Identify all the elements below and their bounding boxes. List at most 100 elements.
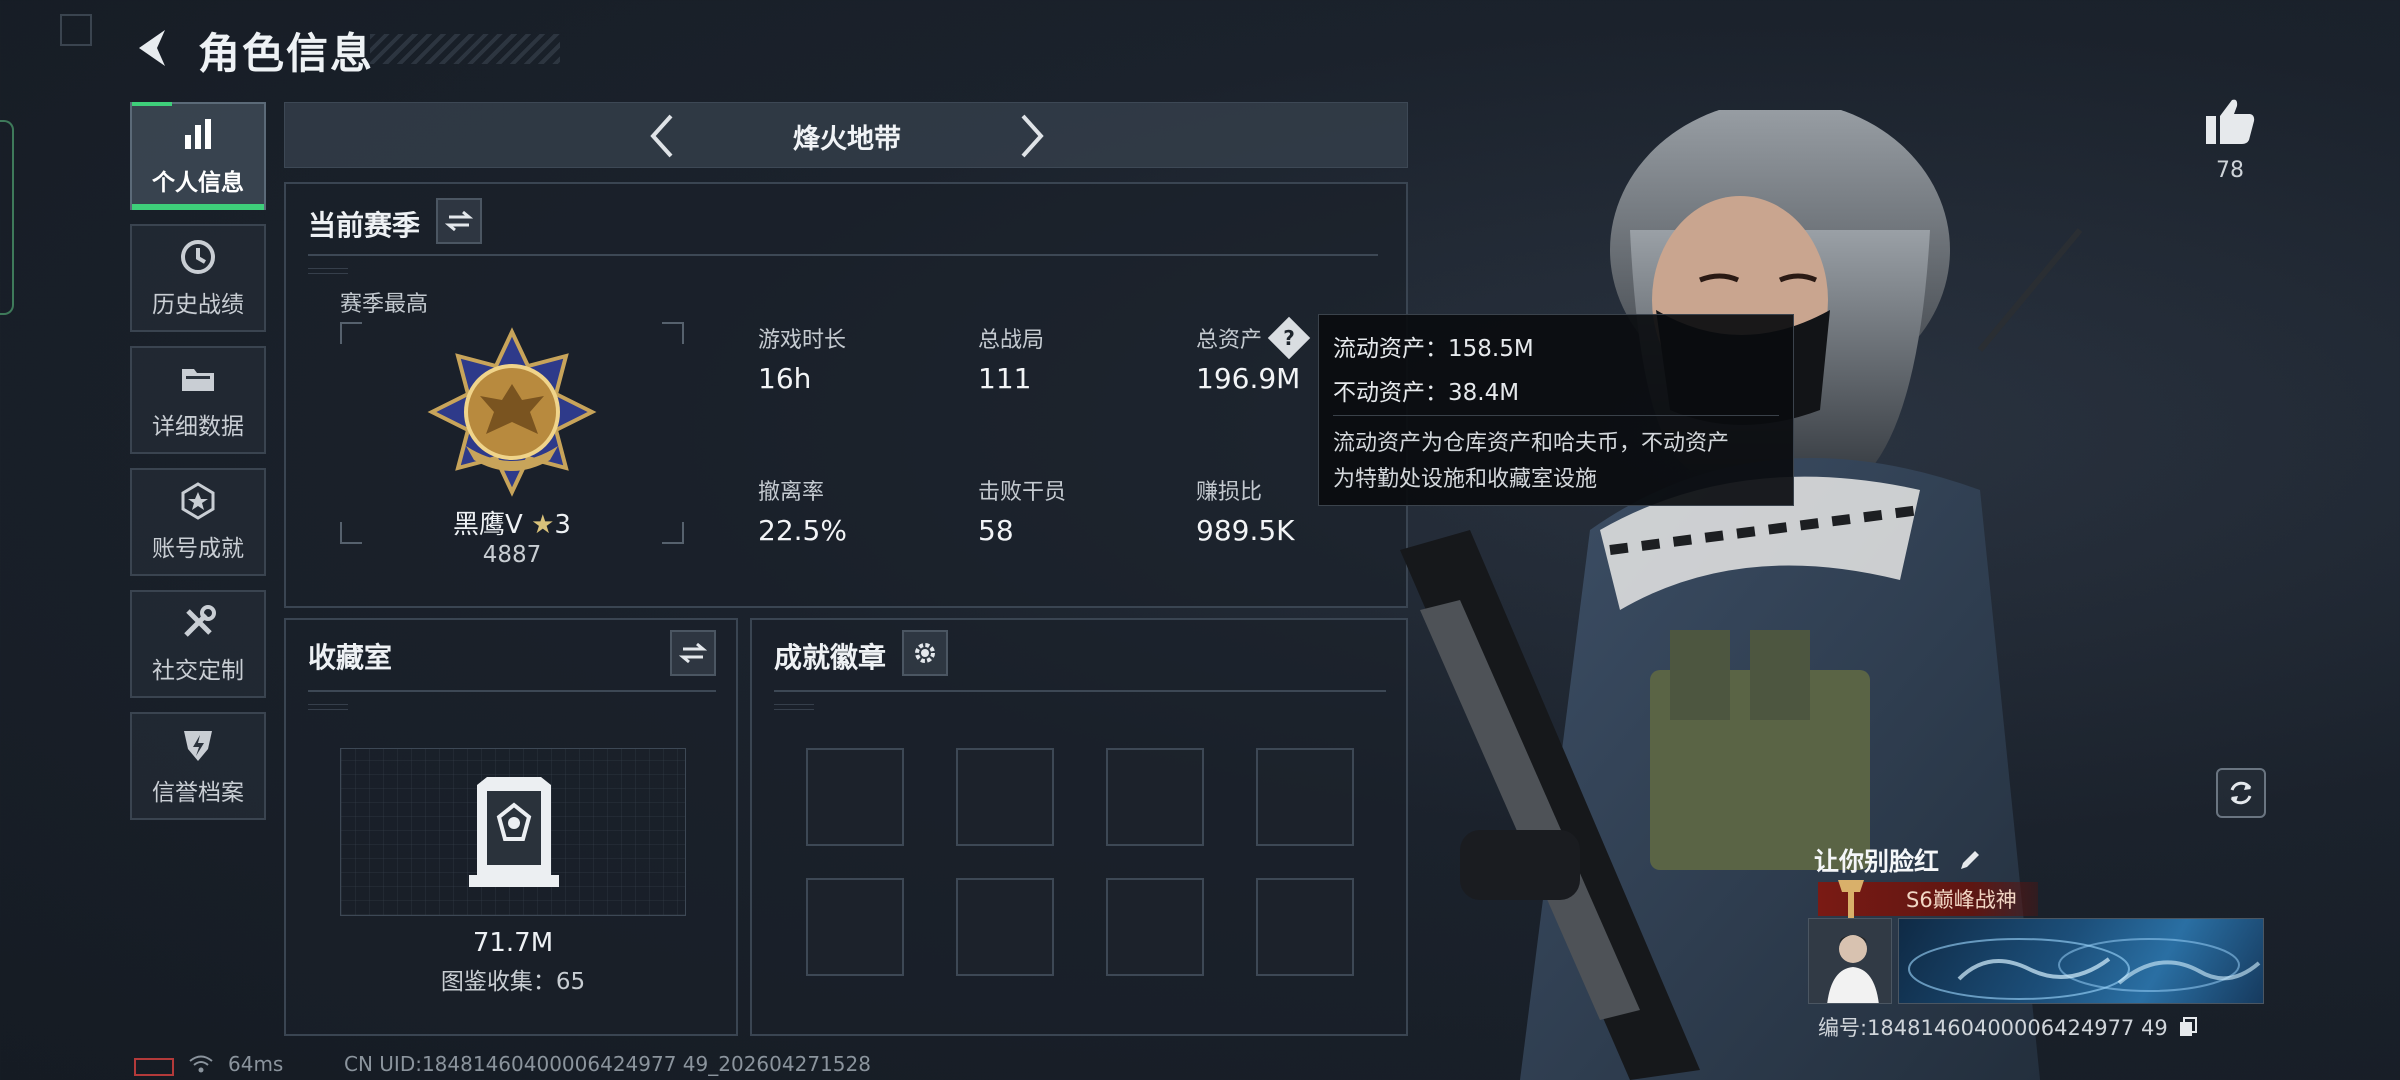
- season-best-label: 赛季最高: [340, 292, 429, 317]
- badges-divider: [774, 690, 1386, 692]
- ping-value: 64ms: [228, 1052, 284, 1076]
- tooltip-liquid-assets: 流动资产：158.5M: [1333, 336, 1534, 362]
- footer-uid: CN UID:18481460400006424977 49_202604271…: [344, 1052, 871, 1076]
- asset-tooltip: 流动资产：158.5M 不动资产：38.4M 流动资产为仓库资产和哈夫币，不动资…: [1318, 314, 1794, 506]
- history-icon: [181, 240, 215, 274]
- rank-name: 黑鹰Ⅴ: [453, 510, 523, 540]
- divider-decoration: [308, 704, 348, 710]
- badge-slot[interactable]: [1256, 748, 1354, 846]
- sidebar-item-history[interactable]: 历史战绩: [130, 224, 266, 332]
- rank-score: 4887: [482, 542, 542, 568]
- tooltip-fixed-assets: 不动资产：38.4M: [1333, 380, 1520, 406]
- wifi-icon: [188, 1054, 214, 1079]
- stat-value: 22.5%: [758, 514, 847, 547]
- badges-title: 成就徽章: [774, 641, 887, 674]
- stat-operators-defeated: 击败干员 58: [978, 474, 1066, 547]
- credit-shield-icon: [184, 731, 212, 761]
- copy-icon[interactable]: [2178, 1016, 2198, 1043]
- stat-play-time: 游戏时长 16h: [758, 322, 846, 395]
- stat-extract-rate: 撤离率 22.5%: [758, 474, 847, 547]
- rotate-icon: [2230, 781, 2252, 805]
- rank-stars: 3: [554, 510, 571, 540]
- sidebar-item-label: 账号成就: [152, 536, 244, 562]
- title-decoration: [370, 34, 560, 64]
- sidebar-item-detailed-data[interactable]: 详细数据: [130, 346, 266, 454]
- thumbs-up-icon: [2206, 99, 2255, 144]
- badges-settings-button[interactable]: [902, 630, 948, 676]
- divider-decoration: [774, 704, 814, 710]
- profile-banner[interactable]: [1898, 918, 2264, 1004]
- sidebar-item-label: 信誉档案: [152, 780, 244, 806]
- badge-slot[interactable]: [956, 748, 1054, 846]
- tooltip-description-line2: 为特勤处设施和收藏室设施: [1333, 467, 1598, 492]
- stat-value: 111: [978, 362, 1032, 395]
- collection-title: 收藏室: [308, 641, 393, 674]
- season-title: 当前赛季: [308, 209, 421, 242]
- back-button[interactable]: [128, 22, 174, 74]
- player-id-line: 编号:18481460400006424977 49: [1818, 1012, 2198, 1043]
- title-emblem-icon: [1838, 880, 1864, 922]
- rank-line: 黑鹰Ⅴ ★3: [340, 504, 684, 541]
- stat-label: 撤离率: [758, 480, 825, 505]
- badge-slot[interactable]: [1256, 878, 1354, 976]
- badge-slot[interactable]: [1106, 748, 1204, 846]
- sidebar-item-personal-info[interactable]: 个人信息: [130, 102, 266, 210]
- vault-icon: [469, 777, 559, 887]
- tooltip-description-line1: 流动资产为仓库资产和哈夫币，不动资产: [1333, 431, 1730, 456]
- collection-switch-button[interactable]: [670, 630, 716, 676]
- gear-icon: [915, 643, 935, 663]
- sidebar-item-social-custom[interactable]: 社交定制: [130, 590, 266, 698]
- sidebar-item-achievements[interactable]: 账号成就: [130, 468, 266, 576]
- rotate-model-button[interactable]: [2216, 768, 2266, 818]
- like-widget[interactable]: 78: [2180, 96, 2280, 183]
- swap-icon: [679, 642, 707, 664]
- season-divider: [308, 254, 1378, 256]
- tooltip-divider: [1333, 415, 1779, 416]
- badge-slot[interactable]: [806, 878, 904, 976]
- stat-profit-ratio: 赚损比 989.5K: [1196, 474, 1295, 547]
- chevron-left-icon: [650, 114, 673, 158]
- badge-slot[interactable]: [806, 748, 904, 846]
- badge-slot[interactable]: [956, 878, 1054, 976]
- star-icon: ★: [531, 510, 555, 540]
- help-icon[interactable]: ?: [1267, 316, 1311, 360]
- collection-catalog-count: 图鉴收集：65: [440, 969, 586, 995]
- stat-value: 58: [978, 514, 1014, 547]
- edit-pencil-icon[interactable]: [1958, 848, 1982, 878]
- collection-divider: [308, 690, 716, 692]
- player-avatar[interactable]: [1808, 918, 1892, 1004]
- mode-selector: 烽火地带: [284, 102, 1408, 168]
- stat-value: 16h: [758, 362, 812, 395]
- badges-panel: 成就徽章: [750, 618, 1408, 1036]
- mode-prev-button[interactable]: [637, 111, 687, 161]
- player-id: 编号:18481460400006424977 49: [1818, 1016, 2168, 1040]
- sidebar-item-label: 历史战绩: [152, 292, 244, 318]
- badge-slot[interactable]: [1106, 878, 1204, 976]
- stat-value: 989.5K: [1196, 514, 1295, 547]
- chevron-right-icon: [1021, 114, 1044, 158]
- sidebar-item-label: 详细数据: [152, 414, 244, 440]
- mode-next-button[interactable]: [1007, 111, 1057, 161]
- honor-title-text: S6巅峰战神: [1906, 888, 2017, 912]
- collection-display[interactable]: [340, 748, 686, 916]
- season-switch-button[interactable]: [436, 198, 482, 244]
- stat-total-matches: 总战局 111: [978, 322, 1044, 395]
- stat-label: 击败干员: [978, 480, 1067, 505]
- stat-total-assets: 总资产 ? 196.9M: [1196, 316, 1311, 395]
- corner-square-button[interactable]: [60, 14, 92, 46]
- folder-icon: [182, 369, 214, 391]
- sidebar-item-credit-record[interactable]: 信誉档案: [130, 712, 266, 820]
- side-drawer-handle[interactable]: [0, 120, 14, 315]
- stat-label: 赚损比: [1196, 480, 1263, 505]
- bar-chart-icon: [185, 119, 211, 149]
- nickname-text: 让你别脸红: [1814, 847, 1940, 876]
- tools-icon: [184, 605, 216, 637]
- player-nickname: 让你别脸红: [1814, 842, 1982, 878]
- stat-label: 总战局: [978, 328, 1045, 353]
- stat-value: 196.9M: [1196, 362, 1301, 395]
- battery-icon: [134, 1058, 174, 1076]
- honor-title-badge[interactable]: S6巅峰战神: [1818, 880, 2038, 922]
- collection-panel: 收藏室 71.7M 图鉴收集：65: [284, 618, 738, 1036]
- stat-label: 总资产: [1196, 328, 1263, 353]
- stat-label: 游戏时长: [758, 328, 847, 353]
